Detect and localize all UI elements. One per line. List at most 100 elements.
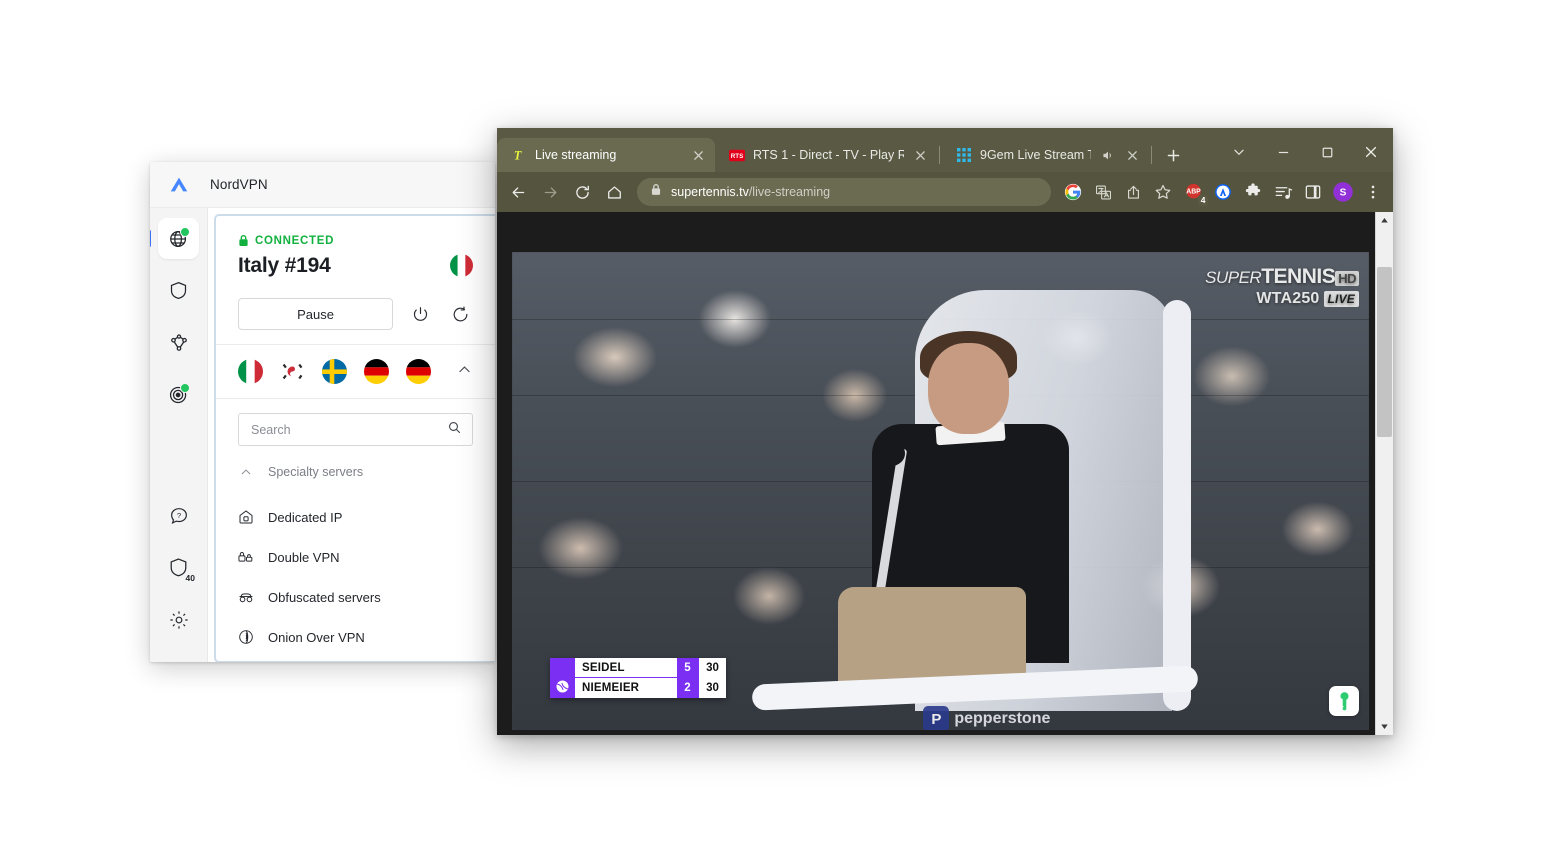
scrollbar-thumb[interactable] <box>1377 267 1392 437</box>
collapse-chevron-up-icon[interactable] <box>456 361 473 383</box>
translate-icon[interactable] <box>1089 178 1117 206</box>
dark-web-monitor-dot-icon <box>180 383 190 393</box>
tab-live-streaming[interactable]: T Live streaming <box>497 138 715 172</box>
nordvpn-extension-icon[interactable] <box>1209 178 1237 206</box>
side-panel-icon[interactable] <box>1299 178 1327 206</box>
sidebar-item-vpn[interactable] <box>150 218 199 259</box>
tab-9gem-live-stream[interactable]: 9Gem Live Stream TV: <box>942 138 1149 172</box>
flag-germany-recent-1-icon[interactable] <box>364 359 389 384</box>
scroll-up-arrow-icon[interactable] <box>1376 212 1393 229</box>
home-button[interactable] <box>599 177 629 207</box>
sidebar-item-help[interactable]: ? <box>158 495 199 536</box>
flag-germany-recent-2-icon[interactable] <box>406 359 431 384</box>
browser-viewport: SUPERTENNISHD WTA250LIVE P pepperstone <box>497 212 1393 735</box>
disconnect-power-icon[interactable] <box>407 301 433 327</box>
server-item-onion-over-vpn[interactable]: Onion Over VPN <box>236 617 473 657</box>
nordvpn-sidebar: ? 40 <box>150 208 207 662</box>
adblock-badge-count: 4 <box>1198 195 1208 206</box>
nordvpn-panel: CONNECTED Italy #194 Pause Search Specia… <box>214 214 495 662</box>
browser-toolbar: supertennis.tv/live-streaming ABP 4 S <box>497 172 1393 212</box>
nordvpn-body: ? 40 CONNECTED Italy #194 Pause Search S… <box>150 208 495 662</box>
svg-text:ABP: ABP <box>1186 188 1201 195</box>
tab-close-icon[interactable] <box>912 147 929 164</box>
player-name: NIEMEIER <box>575 678 677 698</box>
nordvpn-content: CONNECTED Italy #194 Pause Search Specia… <box>207 208 495 662</box>
umpire-head <box>927 342 1010 434</box>
url-domain: supertennis.tv <box>671 185 749 199</box>
search-input[interactable] <box>249 421 447 438</box>
share-icon[interactable] <box>1119 178 1147 206</box>
sponsor-name: pepperstone <box>954 710 1051 727</box>
live-badge: LIVE <box>1323 291 1359 307</box>
chrome-menu-icon[interactable] <box>1359 178 1387 206</box>
connection-server-row: Italy #194 <box>238 254 473 278</box>
close-button[interactable] <box>1349 134 1393 170</box>
nordpass-badge-icon[interactable] <box>1329 686 1359 716</box>
media-playlist-icon[interactable] <box>1269 178 1297 206</box>
flag-sweden-recent-icon[interactable] <box>322 359 347 384</box>
browser-window[interactable]: T Live streaming RTS RTS 1 - Direct - TV… <box>497 128 1393 735</box>
bookmark-star-icon[interactable] <box>1149 178 1177 206</box>
serve-indicator-icon <box>556 680 569 693</box>
sidebar-item-meshnet[interactable] <box>158 322 199 363</box>
profile-avatar[interactable]: S <box>1329 178 1357 206</box>
reconnect-refresh-icon[interactable] <box>447 301 473 327</box>
recent-servers-flags <box>216 344 495 398</box>
tab-rts-1-direct[interactable]: RTS RTS 1 - Direct - TV - Play R <box>715 138 937 172</box>
sidebar-item-dark-web-monitor[interactable] <box>158 374 199 415</box>
server-item-dedicated-ip[interactable]: Dedicated IP <box>236 497 473 537</box>
broadcaster-word1: SUPER <box>1205 268 1262 287</box>
server-item-label: Double VPN <box>268 549 340 565</box>
page-scrollbar[interactable] <box>1375 212 1393 735</box>
connection-status-text: CONNECTED <box>255 234 335 247</box>
sidebar-item-shield-count[interactable]: 40 <box>158 547 199 588</box>
tab-strip: T Live streaming RTS RTS 1 - Direct - TV… <box>497 128 1393 172</box>
pause-button[interactable]: Pause <box>238 298 393 330</box>
scoreboard-row: SEIDEL 5 30 <box>575 657 726 679</box>
supertennis-favicon-icon: T <box>511 147 527 163</box>
maximize-button[interactable] <box>1305 134 1349 170</box>
search-box[interactable] <box>238 413 473 446</box>
tab-mute-icon[interactable] <box>1099 147 1116 164</box>
player-points: 30 <box>698 657 726 679</box>
scoreboard-rows: SEIDEL 5 30 NIEMEIER 2 30 <box>575 657 726 698</box>
sidebar-item-settings[interactable] <box>158 599 199 652</box>
video-player[interactable]: SUPERTENNISHD WTA250LIVE P pepperstone <box>512 252 1369 730</box>
window-controls <box>1217 132 1393 172</box>
server-item-label: Onion Over VPN <box>268 629 365 645</box>
connection-status: CONNECTED <box>238 234 473 247</box>
minimize-button[interactable] <box>1261 134 1305 170</box>
tab-search-chevron-down-icon[interactable] <box>1217 134 1261 170</box>
address-bar[interactable]: supertennis.tv/live-streaming <box>637 178 1051 206</box>
flag-italy-recent-icon[interactable] <box>238 359 263 384</box>
forward-button[interactable] <box>535 177 565 207</box>
nordvpn-app-title: NordVPN <box>210 177 268 192</box>
server-item-double-vpn[interactable]: Double VPN <box>236 537 473 577</box>
microphone-icon <box>877 440 906 466</box>
shield-count-badge: 40 <box>184 573 196 583</box>
sidebar-item-threat-protection[interactable] <box>158 270 199 311</box>
broadcaster-name: SUPERTENNIS HD <box>1205 266 1359 287</box>
scroll-down-arrow-icon[interactable] <box>1376 718 1393 735</box>
search-icon[interactable] <box>447 420 462 440</box>
flag-south-korea-recent-icon[interactable] <box>280 359 305 384</box>
site-lock-icon[interactable] <box>650 183 662 201</box>
search-section <box>216 398 495 446</box>
server-item-obfuscated-servers[interactable]: Obfuscated servers <box>236 577 473 617</box>
scrollbar-track[interactable] <box>1376 229 1393 718</box>
connection-server-name: Italy #194 <box>238 254 331 277</box>
9gem-favicon-icon <box>956 147 972 163</box>
connection-block: CONNECTED Italy #194 Pause <box>216 216 495 344</box>
tab-close-icon[interactable] <box>1124 147 1141 164</box>
google-icon[interactable] <box>1059 178 1087 206</box>
extensions-puzzle-icon[interactable] <box>1239 178 1267 206</box>
back-button[interactable] <box>503 177 533 207</box>
scoreboard: SEIDEL 5 30 NIEMEIER 2 30 <box>550 657 726 698</box>
reload-button[interactable] <box>567 177 597 207</box>
specialty-servers-header[interactable]: Specialty servers <box>236 462 473 481</box>
server-item-label: Dedicated IP <box>268 509 343 525</box>
new-tab-button[interactable] <box>1160 142 1186 168</box>
nordvpn-window[interactable]: NordVPN ? 40 CONNECTED Italy #194 Pause … <box>150 162 495 662</box>
adblock-plus-icon[interactable]: ABP 4 <box>1179 178 1208 206</box>
tab-close-icon[interactable] <box>690 147 707 164</box>
